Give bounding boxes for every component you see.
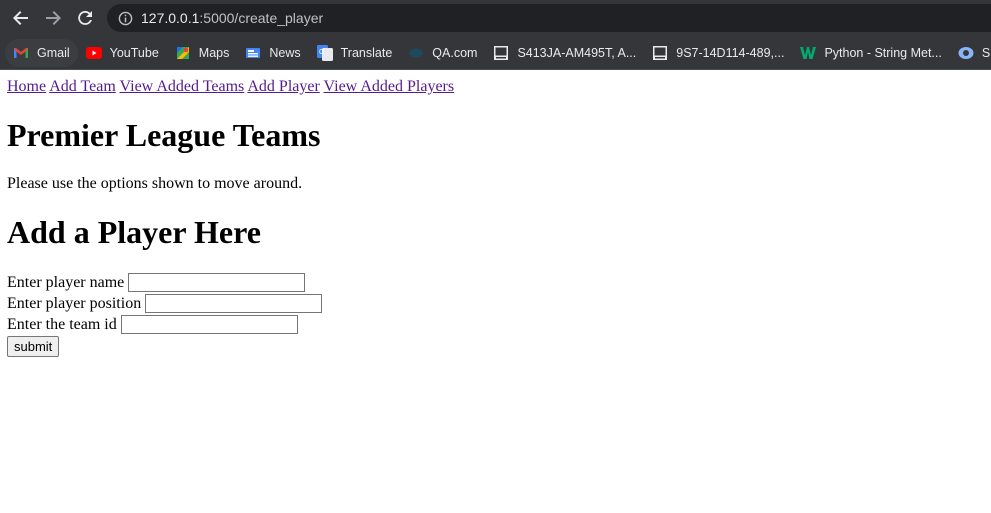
address-bar[interactable]: 127.0.0.1:5000/create_player [107, 4, 991, 32]
box-icon [493, 45, 509, 61]
nav-link-view-players[interactable]: View Added Players [324, 78, 455, 95]
player-position-row: Enter player position [7, 293, 984, 314]
qa-icon [408, 45, 424, 61]
browser-chrome: 127.0.0.1:5000/create_player Gmail YouTu… [0, 0, 991, 70]
svg-text:G: G [319, 49, 324, 56]
bookmark-label: Maps [198, 45, 230, 60]
nav-link-home[interactable]: Home [7, 78, 46, 95]
team-id-label: Enter the team id [7, 315, 117, 333]
bookmark-label: 9S7-14D114-489,... [676, 45, 785, 60]
bookmark-label: Translate [340, 45, 393, 60]
browser-toolbar: 127.0.0.1:5000/create_player [0, 0, 991, 36]
team-id-input[interactable] [120, 315, 298, 334]
bookmark-gmail[interactable]: Gmail [5, 38, 78, 67]
bookmark-label: QA.com [432, 45, 478, 60]
bookmark-9s7[interactable]: 9S7-14D114-489,... [644, 39, 792, 67]
box-icon [652, 45, 668, 61]
nav-link-add-player[interactable]: Add Player [247, 78, 319, 95]
bookmark-translate[interactable]: G Translate [309, 39, 401, 67]
page-title: Premier League Teams [7, 117, 321, 153]
bookmark-sign-in[interactable]: Sign in t [950, 39, 991, 67]
url-host: 127.0.0.1 [141, 10, 200, 26]
bookmark-qa[interactable]: QA.com [400, 39, 485, 67]
bookmark-youtube[interactable]: YouTube [78, 39, 167, 67]
back-arrow-icon [13, 11, 28, 25]
forward-button[interactable] [37, 2, 69, 34]
player-name-row: Enter player name [7, 272, 984, 293]
add-player-form: Enter player name Enter player position … [7, 272, 984, 357]
submit-button[interactable]: submit [7, 336, 60, 357]
bookmark-s413ja[interactable]: S413JA-AM495T, A... [485, 39, 644, 67]
bookmark-news[interactable]: News [237, 39, 308, 67]
bookmark-label: S413JA-AM495T, A... [517, 45, 637, 60]
bookmarks-bar: Gmail YouTube Maps News G Translate QA.c… [0, 36, 991, 70]
nav-link-view-teams[interactable]: View Added Teams [120, 78, 245, 95]
reload-icon [78, 10, 92, 25]
bookmark-label: YouTube [109, 45, 159, 60]
w3schools-icon [800, 45, 817, 61]
reload-button[interactable] [69, 2, 101, 34]
translate-icon: G [316, 44, 333, 61]
bookmark-label: Python - String Met... [824, 45, 942, 60]
bookmark-label: Sign in t [981, 45, 991, 60]
signin-icon [958, 45, 974, 61]
gmail-icon [13, 45, 29, 61]
news-icon [245, 45, 261, 61]
intro-text: Please use the options shown to move aro… [7, 175, 303, 192]
player-position-label: Enter player position [7, 294, 142, 312]
forward-arrow-icon [46, 11, 61, 25]
url-path: :5000/create_player [199, 10, 324, 26]
team-id-row: Enter the team id [7, 314, 984, 335]
info-icon[interactable] [117, 10, 133, 26]
site-nav: Home Add Team View Added Teams Add Playe… [7, 78, 984, 96]
section-title: Add a Player Here [7, 214, 261, 250]
bookmark-python-string[interactable]: Python - String Met... [792, 39, 949, 67]
back-button[interactable] [5, 2, 37, 34]
maps-icon [175, 45, 191, 61]
bookmark-label: News [269, 45, 301, 60]
player-position-input[interactable] [145, 294, 323, 313]
url-text: 127.0.0.1:5000/create_player [141, 10, 323, 26]
bookmark-maps[interactable]: Maps [167, 39, 238, 67]
bookmark-label: Gmail [37, 45, 70, 60]
player-name-label: Enter player name [7, 273, 125, 291]
nav-link-add-team[interactable]: Add Team [49, 78, 116, 95]
player-name-input[interactable] [128, 273, 306, 292]
page-content: Home Add Team View Added Teams Add Playe… [0, 70, 991, 365]
youtube-icon [85, 45, 102, 61]
